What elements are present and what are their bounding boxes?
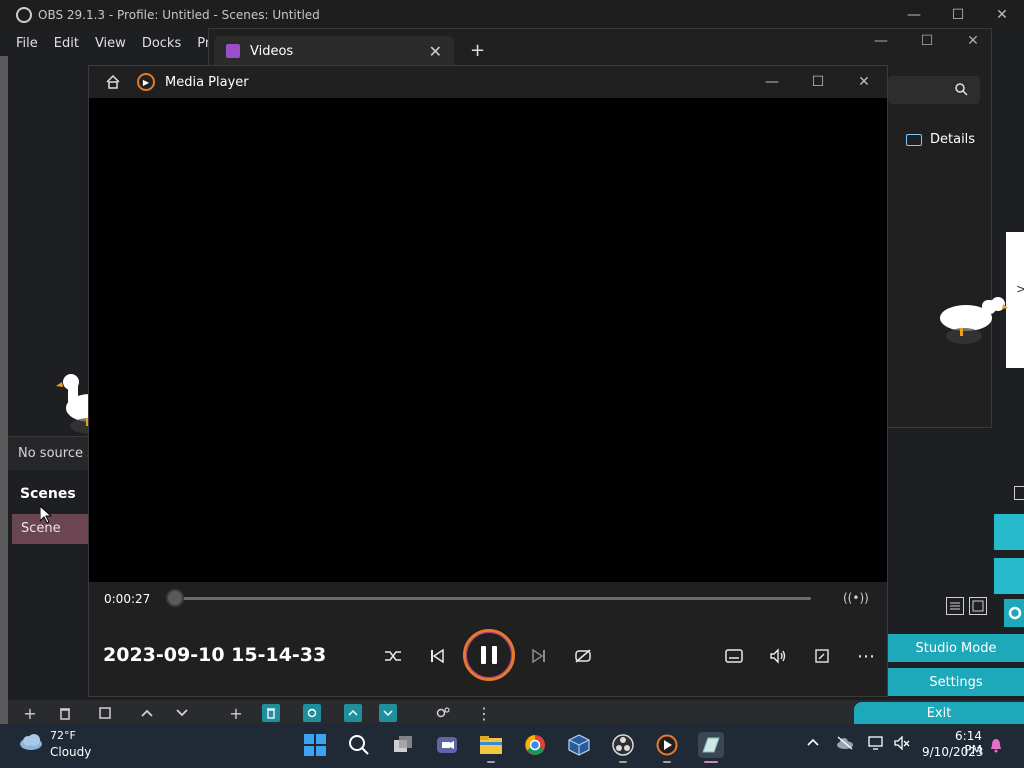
new-tab-icon[interactable]: + [470, 40, 485, 61]
settings-button[interactable]: Settings [888, 668, 1024, 696]
subtitles-icon[interactable] [722, 644, 746, 668]
cloud-weather-icon[interactable] [18, 733, 44, 751]
desktop-goose-right-icon [940, 297, 1008, 344]
obs-teal-control-block[interactable] [994, 514, 1024, 550]
chrome-icon[interactable] [522, 732, 548, 758]
previous-icon[interactable] [425, 644, 449, 668]
obs-maximize-button[interactable]: ☐ [936, 0, 980, 30]
dock-undock-icon[interactable] [1014, 486, 1024, 500]
exit-button[interactable]: Exit [854, 702, 1024, 724]
weather-temperature[interactable]: 72°F [50, 729, 76, 742]
remove-source-icon[interactable] [262, 704, 280, 722]
details-pane-icon [906, 133, 922, 146]
grid-view-icon[interactable] [969, 597, 987, 615]
file-explorer-icon[interactable] [478, 732, 504, 758]
list-view-icon[interactable] [946, 597, 964, 615]
studio-mode-button[interactable]: Studio Mode [888, 634, 1024, 662]
search-taskbar-icon[interactable] [346, 732, 372, 758]
media-player-app-name: Media Player [165, 74, 249, 90]
scene-move-down-icon[interactable] [173, 704, 191, 722]
obs-taskbar-icon[interactable] [610, 732, 636, 758]
media-player-app-icon: ▶ [137, 73, 155, 91]
obs-title: OBS 29.1.3 - Profile: Untitled - Scenes:… [38, 8, 320, 22]
partial-window-text: > [1016, 282, 1024, 296]
details-button[interactable]: Details [906, 132, 975, 147]
menu-file[interactable]: File [8, 36, 46, 51]
videos-maximize-button[interactable]: ☐ [904, 30, 950, 52]
next-icon[interactable] [527, 644, 551, 668]
details-label: Details [930, 132, 976, 147]
goose-active-indicator [704, 761, 718, 763]
clock-date[interactable]: 9/10/2023 [922, 745, 984, 759]
obs-running-indicator [619, 761, 627, 763]
videos-tab-close-icon[interactable]: ✕ [429, 42, 442, 61]
obs-titlebar: OBS 29.1.3 - Profile: Untitled - Scenes:… [0, 0, 1024, 30]
video-title: 2023-09-10 15-14-33 [103, 644, 327, 666]
scenes-title: Scenes [20, 486, 76, 502]
partial-window: > [1006, 232, 1024, 368]
menu-docks[interactable]: Docks [134, 36, 189, 51]
obs-teal-control-block-2[interactable] [994, 558, 1024, 594]
source-move-down-icon[interactable] [379, 704, 397, 722]
source-properties-icon[interactable] [303, 704, 321, 722]
weather-description[interactable]: Cloudy [50, 745, 91, 759]
elapsed-time: 0:00:27 [104, 592, 151, 606]
audio-mixer-settings-icon[interactable] [434, 704, 452, 722]
source-move-up-icon[interactable] [344, 704, 362, 722]
more-icon[interactable]: ⋯ [854, 644, 878, 668]
menu-view[interactable]: View [87, 36, 134, 51]
home-icon[interactable] [105, 74, 121, 90]
onedrive-offline-icon[interactable] [836, 736, 854, 754]
remove-scene-icon[interactable] [56, 704, 74, 722]
videos-close-button[interactable]: ✕ [950, 30, 996, 52]
task-view-icon[interactable] [390, 732, 416, 758]
obs-logo-icon [16, 7, 32, 23]
media-player-titlebar: ▶ Media Player — ☐ ✕ [89, 66, 887, 98]
obs-gear-icon[interactable] [1004, 599, 1024, 627]
seek-bar[interactable] [169, 597, 811, 600]
media-player-running-indicator [663, 761, 671, 763]
teams-icon[interactable] [434, 732, 460, 758]
scene-filter-icon[interactable] [96, 704, 114, 722]
videos-tab[interactable]: Videos ✕ [214, 36, 454, 66]
more-options-icon[interactable]: ⋮ [475, 704, 493, 723]
volume-icon[interactable] [766, 644, 790, 668]
network-icon[interactable] [868, 736, 886, 754]
volume-muted-icon[interactable] [894, 735, 910, 754]
shuffle-icon[interactable] [381, 644, 405, 668]
start-icon[interactable] [302, 732, 328, 758]
obs-menubar: File Edit View Docks Pro [8, 30, 226, 56]
tray-overflow-chevron-icon[interactable] [806, 736, 820, 751]
mini-player-icon[interactable] [810, 644, 834, 668]
media-player-window: ▶ Media Player — ☐ ✕ 0:00:27 ((•)) 2023-… [88, 65, 888, 697]
obs-minimize-button[interactable]: — [892, 0, 936, 30]
mp-close-button[interactable]: ✕ [841, 66, 887, 98]
repeat-icon[interactable] [571, 644, 595, 668]
virtualbox-icon[interactable] [566, 732, 592, 758]
videos-minimize-button[interactable]: — [858, 30, 904, 52]
pause-button[interactable] [463, 629, 515, 681]
mouse-cursor-icon [40, 506, 52, 524]
mp-minimize-button[interactable]: — [749, 66, 795, 98]
videos-tab-label: Videos [250, 43, 294, 59]
scene-move-up-icon[interactable] [138, 704, 156, 722]
explorer-running-indicator [487, 761, 495, 763]
search-icon[interactable] [954, 82, 968, 100]
mp-maximize-button[interactable]: ☐ [795, 66, 841, 98]
pause-icon [481, 646, 486, 664]
seek-thumb[interactable] [166, 589, 184, 607]
media-player-taskbar-icon[interactable] [654, 732, 680, 758]
add-source-icon[interactable]: + [227, 704, 245, 723]
videos-app-icon [226, 44, 240, 58]
goose-taskbar-icon[interactable] [698, 732, 724, 758]
add-scene-icon[interactable]: + [21, 704, 39, 723]
obs-left-border [0, 56, 8, 724]
notification-bell-icon[interactable] [988, 737, 1004, 753]
desktop: OBS 29.1.3 - Profile: Untitled - Scenes:… [0, 0, 1024, 768]
obs-close-button[interactable]: ✕ [980, 0, 1024, 30]
video-area[interactable] [89, 98, 887, 582]
menu-edit[interactable]: Edit [46, 36, 87, 51]
cast-icon[interactable]: ((•)) [843, 591, 869, 605]
